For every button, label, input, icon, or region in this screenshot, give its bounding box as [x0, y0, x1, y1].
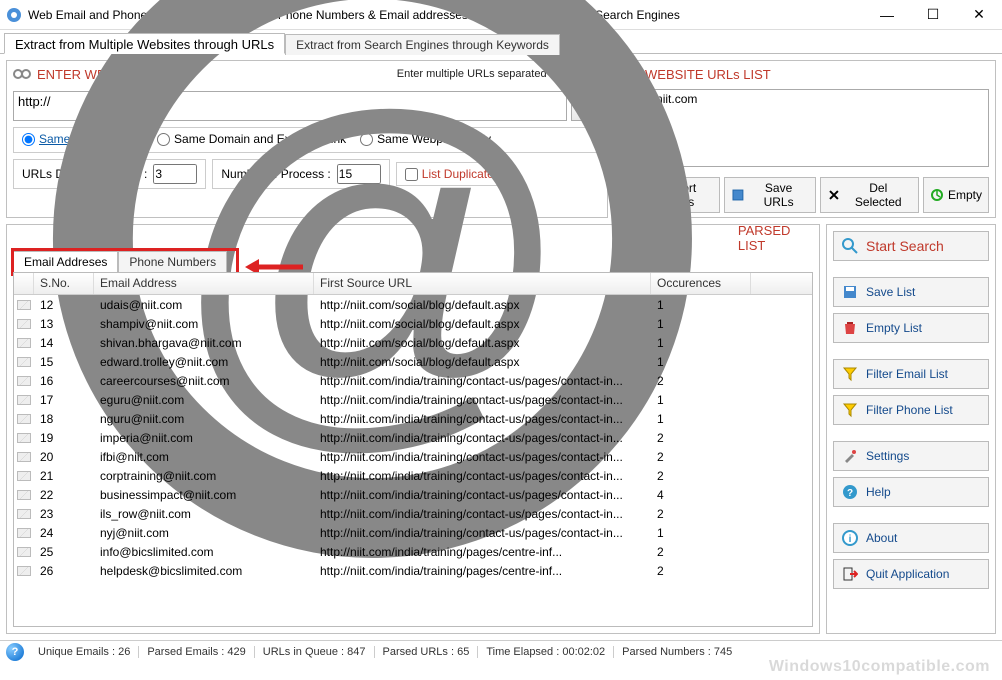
- tools-icon: [842, 448, 858, 464]
- stat-parsed-emails: Parsed Emails : 429: [139, 646, 254, 658]
- tab-extract-search[interactable]: Extract from Search Engines through Keyw…: [285, 34, 560, 55]
- mail-icon: [17, 528, 31, 538]
- mail-icon: [17, 357, 31, 367]
- table-row[interactable]: 17 eguru@niit.com http://niit.com/india/…: [14, 390, 812, 409]
- mail-icon: [17, 452, 31, 462]
- save-icon: [731, 188, 745, 202]
- settings-button[interactable]: Settings: [833, 441, 989, 471]
- save-list-button[interactable]: Save List: [833, 277, 989, 307]
- sidebar: Start Search Save List Empty List Filter…: [826, 224, 996, 634]
- mail-icon: [17, 471, 31, 481]
- exit-icon: [842, 566, 858, 582]
- quit-button[interactable]: Quit Application: [833, 559, 989, 589]
- table-row[interactable]: 14 shivan.bhargava@niit.com http://niit.…: [14, 333, 812, 352]
- table-row[interactable]: 20 ifbi@niit.com http://niit.com/india/t…: [14, 447, 812, 466]
- empty-icon: [930, 188, 944, 202]
- search-icon: [842, 238, 858, 254]
- subtab-phone-numbers[interactable]: Phone Numbers: [118, 251, 227, 272]
- funnel-icon: [842, 402, 858, 418]
- tab-extract-urls[interactable]: Extract from Multiple Websites through U…: [4, 33, 285, 54]
- stat-parsed-urls: Parsed URLs : 65: [375, 646, 479, 658]
- mail-icon: [17, 376, 31, 386]
- main-tab-bar: Extract from Multiple Websites through U…: [0, 30, 1002, 54]
- maximize-button[interactable]: ☐: [910, 0, 956, 30]
- parsed-list-panel: @ PARSED LIST Email Addreses Phone Numbe…: [6, 224, 820, 634]
- table-body[interactable]: 12 udais@niit.com http://niit.com/social…: [14, 295, 812, 626]
- mail-icon: [17, 300, 31, 310]
- table-row[interactable]: 15 edward.trolley@niit.com http://niit.c…: [14, 352, 812, 371]
- about-button[interactable]: iAbout: [833, 523, 989, 553]
- mail-icon: [17, 319, 31, 329]
- mail-icon: [17, 395, 31, 405]
- status-bar: ? Unique Emails : 26 Parsed Emails : 429…: [0, 640, 1002, 662]
- filter-email-button[interactable]: Filter Email List: [833, 359, 989, 389]
- minimize-button[interactable]: —: [864, 0, 910, 30]
- svg-text:?: ?: [847, 488, 853, 499]
- table-row[interactable]: 24 nyj@niit.com http://niit.com/india/tr…: [14, 523, 812, 542]
- close-button[interactable]: ✕: [956, 0, 1002, 30]
- mail-icon: [17, 490, 31, 500]
- empty-list-button[interactable]: Empty List: [833, 313, 989, 343]
- info-icon: i: [842, 530, 858, 546]
- trash-icon: [842, 320, 858, 336]
- filter-phone-button[interactable]: Filter Phone List: [833, 395, 989, 425]
- stat-parsed-numbers: Parsed Numbers : 745: [614, 646, 740, 658]
- table-row[interactable]: 26 helpdesk@bicslimited.com http://niit.…: [14, 561, 812, 580]
- mail-icon: [17, 433, 31, 443]
- start-search-button[interactable]: Start Search: [833, 231, 989, 261]
- table-row[interactable]: 13 shampiv@niit.com http://niit.com/soci…: [14, 314, 812, 333]
- help-icon: ?: [842, 484, 858, 500]
- table-row[interactable]: 23 ils_row@niit.com http://niit.com/indi…: [14, 504, 812, 523]
- svg-text:i: i: [849, 534, 852, 545]
- mail-icon: [17, 566, 31, 576]
- parsed-title: PARSED LIST: [738, 223, 813, 253]
- table-row[interactable]: 22 businessimpact@niit.com http://niit.c…: [14, 485, 812, 504]
- mail-icon: [17, 509, 31, 519]
- table-row[interactable]: 12 udais@niit.com http://niit.com/social…: [14, 295, 812, 314]
- stat-unique-emails: Unique Emails : 26: [30, 646, 139, 658]
- mail-icon: [17, 414, 31, 424]
- help-button[interactable]: ?Help: [833, 477, 989, 507]
- save-urls-button[interactable]: Save URLs: [724, 177, 816, 213]
- status-help-icon[interactable]: ?: [6, 643, 24, 661]
- table-row[interactable]: 19 imperia@niit.com http://niit.com/indi…: [14, 428, 812, 447]
- mail-icon: [17, 547, 31, 557]
- mail-icon: [17, 338, 31, 348]
- email-table: S.No. Email Address First Source URL Occ…: [13, 272, 813, 627]
- funnel-icon: [842, 366, 858, 382]
- table-row[interactable]: 16 careercourses@niit.com http://niit.co…: [14, 371, 812, 390]
- stat-time-elapsed: Time Elapsed : 00:02:02: [478, 646, 614, 658]
- del-selected-button[interactable]: Del Selected: [820, 177, 919, 213]
- subtab-email-addresses[interactable]: Email Addreses: [13, 251, 118, 272]
- col-occurences[interactable]: Occurences: [651, 273, 751, 294]
- col-email[interactable]: Email Address: [94, 273, 314, 294]
- table-row[interactable]: 21 corptraining@niit.com http://niit.com…: [14, 466, 812, 485]
- empty-button[interactable]: Empty: [923, 177, 989, 213]
- col-url[interactable]: First Source URL: [314, 273, 651, 294]
- table-row[interactable]: 18 nguru@niit.com http://niit.com/india/…: [14, 409, 812, 428]
- delete-icon: [827, 188, 841, 202]
- col-sno[interactable]: S.No.: [34, 273, 94, 294]
- table-row[interactable]: 25 info@bicslimited.com http://niit.com/…: [14, 542, 812, 561]
- stat-urls-queue: URLs in Queue : 847: [255, 646, 375, 658]
- floppy-icon: [842, 284, 858, 300]
